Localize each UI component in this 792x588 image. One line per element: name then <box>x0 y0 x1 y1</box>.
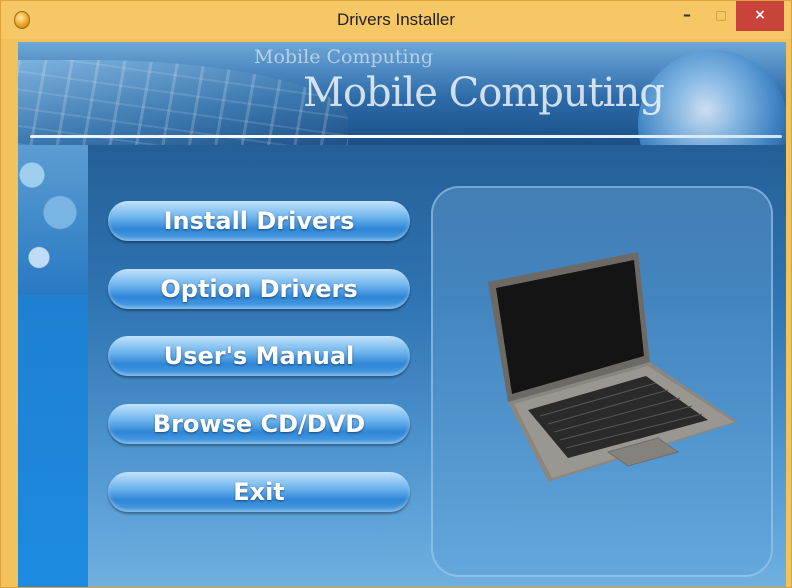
minimize-button[interactable]: – <box>670 1 704 31</box>
maximize-button[interactable]: □ <box>704 1 738 31</box>
banner-divider <box>30 135 782 138</box>
users-manual-button[interactable]: User's Manual <box>108 336 410 376</box>
install-drivers-button[interactable]: Install Drivers <box>108 201 410 241</box>
browse-cd-dvd-button[interactable]: Browse CD/DVD <box>108 404 410 444</box>
option-drivers-button[interactable]: Option Drivers <box>108 269 410 309</box>
left-strip-art <box>18 145 88 295</box>
left-decorative-strip <box>18 145 88 587</box>
drivers-installer-window: Drivers Installer – □ × Mobile Computing… <box>0 0 792 588</box>
banner-building-image <box>18 60 348 145</box>
banner: Mobile Computing Mobile Computing <box>18 42 786 145</box>
laptop-image <box>488 252 738 482</box>
client-area: Mobile Computing Mobile Computing Instal… <box>18 42 786 587</box>
close-button[interactable]: × <box>736 1 784 31</box>
title-bar[interactable]: Drivers Installer – □ × <box>1 1 791 39</box>
banner-title: Mobile Computing <box>303 70 665 116</box>
exit-button[interactable]: Exit <box>108 472 410 512</box>
banner-subtitle: Mobile Computing <box>254 46 433 68</box>
